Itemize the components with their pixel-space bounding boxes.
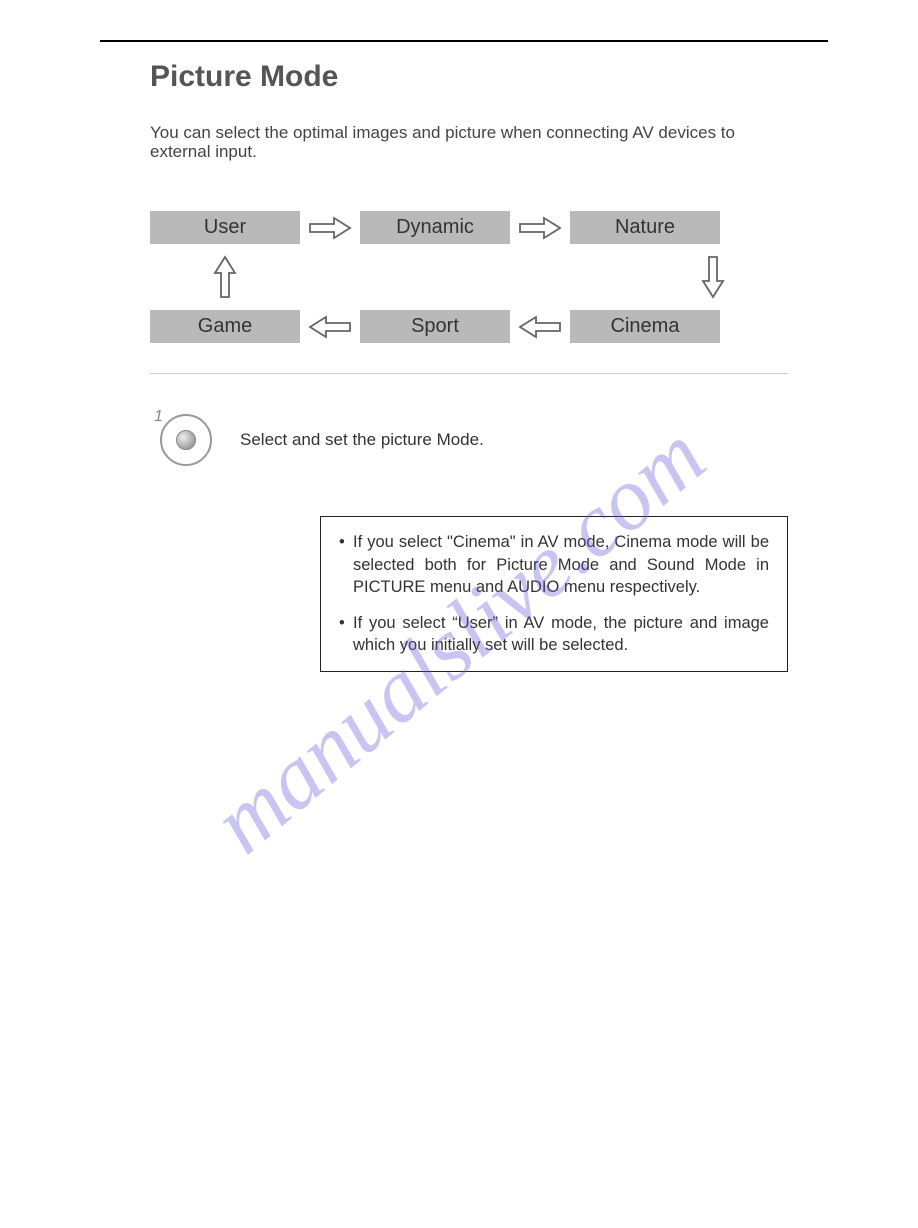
mode-dynamic: Dynamic (360, 211, 510, 244)
note-item: If you select "Cinema" in AV mode, Cinem… (339, 531, 769, 598)
diagram-vert-row (150, 252, 788, 302)
arrow-right-icon (510, 215, 570, 241)
section-divider (150, 373, 788, 374)
note-item: If you select “User” in AV mode, the pic… (339, 612, 769, 657)
step-number: 1 (154, 408, 163, 426)
mode-user: User (150, 211, 300, 244)
intro-text: You can select the optimal images and pi… (150, 124, 788, 161)
step-text: Select and set the picture Mode. (240, 430, 484, 450)
arrow-down-icon (638, 252, 788, 302)
mode-game: Game (150, 310, 300, 343)
mode-sport: Sport (360, 310, 510, 343)
diagram-bottom-row: Game Sport Cinema (150, 310, 788, 343)
mode-cycle-diagram: User Dynamic Nature Game (150, 211, 788, 343)
notes-box: If you select "Cinema" in AV mode, Cinem… (320, 516, 788, 671)
arrow-left-icon (510, 314, 570, 340)
dial-icon: 1 (160, 414, 212, 466)
mode-cinema: Cinema (570, 310, 720, 343)
arrow-left-icon (300, 314, 360, 340)
mode-nature: Nature (570, 211, 720, 244)
step-row: 1 Select and set the picture Mode. (160, 414, 828, 466)
arrow-up-icon (150, 252, 300, 302)
page-title: Picture Mode (150, 60, 828, 94)
arrow-right-icon (300, 215, 360, 241)
page-content: Picture Mode You can select the optimal … (100, 40, 828, 672)
diagram-top-row: User Dynamic Nature (150, 211, 788, 244)
